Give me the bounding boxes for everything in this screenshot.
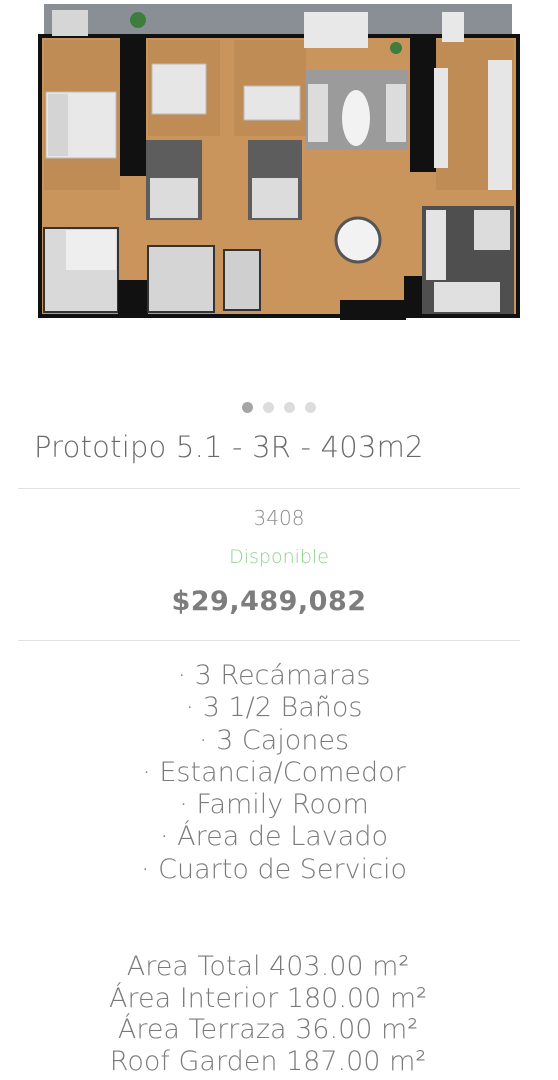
area-interior: Área Interior 180.00 m² (109, 982, 427, 1014)
carousel-indicator (0, 402, 558, 413)
feature-item: · Área de Lavado (160, 821, 388, 853)
terrace-area (44, 4, 512, 38)
feature-item: · 3 Recámaras (177, 660, 371, 691)
feature-item: · Estancia/Comedor (142, 756, 406, 788)
carousel-dot-3[interactable] (284, 402, 295, 413)
area-roof-garden: Roof Garden 187.00 m² (109, 1045, 427, 1077)
areas-list: Area Total 403.00 m² Área Interior 180.0… (0, 951, 536, 1077)
area-terrace: Área Terraza 36.00 m² (117, 1014, 419, 1045)
availability-status: Disponible (229, 546, 329, 568)
carousel-dot-4[interactable] (305, 402, 316, 413)
feature-item: · Cuarto de Servicio (141, 853, 407, 885)
listing-title: Prototipo 5.1 - 3R - 403m2 (34, 430, 424, 464)
divider-top (18, 488, 520, 489)
listing-price: $29,489,082 (171, 586, 367, 617)
area-total: Area Total 403.00 m² (126, 951, 410, 982)
feature-item: · 3 1/2 Baños (185, 692, 363, 724)
features-list: · 3 Recámaras · 3 1/2 Baños · 3 Cajones … (0, 660, 548, 886)
carousel-dot-2[interactable] (263, 402, 274, 413)
carousel-dot-1[interactable] (242, 402, 253, 413)
floor-plan-drawing (38, 4, 520, 320)
floor-plan-image[interactable] (0, 0, 558, 330)
feature-item: · 3 Cajones (198, 724, 350, 756)
unit-number: 3408 (253, 506, 305, 530)
feature-item: · Family Room (179, 789, 369, 821)
divider-bottom (18, 640, 520, 641)
